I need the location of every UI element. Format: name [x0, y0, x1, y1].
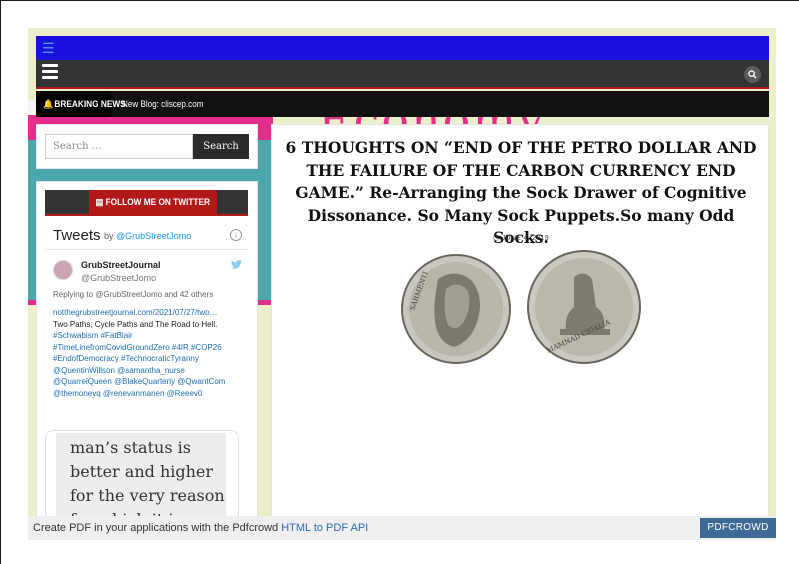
- main-navbar: [36, 60, 769, 89]
- pdfcrowd-link[interactable]: HTML to PDF API: [281, 522, 368, 534]
- tweet-link[interactable]: notthegrubstreetjournal.com/2021/07/27/t…: [53, 307, 249, 319]
- pdfcrowd-text: Create PDF in your applications with the…: [33, 522, 369, 534]
- twitter-widget: ▤ FOLLOW ME ON TWITTER Tweets by @GrubSt…: [36, 181, 258, 521]
- bell-icon: 🔔: [43, 99, 54, 109]
- search-input[interactable]: Search …: [45, 134, 193, 159]
- main-content: 6 THOUGHTS ON “END OF THE PETRO DOLLAR A…: [271, 124, 769, 524]
- pdfcrowd-brand-button[interactable]: PDFCROWD: [700, 518, 776, 538]
- tweet-media-card[interactable]: man’s status is better and higher for th…: [45, 430, 239, 520]
- tweet-author-handle[interactable]: @GrubStreetJomo: [81, 273, 156, 283]
- tweets-by-handle[interactable]: @GrubStreetJomo: [116, 231, 191, 241]
- tweet-author-name[interactable]: GrubStreetJournal: [81, 260, 161, 270]
- search-button[interactable]: Search: [193, 134, 249, 159]
- tweet-text: notthegrubstreetjournal.com/2021/07/27/t…: [53, 307, 249, 399]
- tweet-reply-line: Replying to @GrubStreetJomo and 42 other…: [53, 290, 214, 299]
- tweet-mentions[interactable]: @QuarrelQueen @BlakeQuarterly @QwantCom: [53, 376, 249, 388]
- avatar[interactable]: [53, 260, 73, 280]
- post-date: ◷ JUNE 4, 2019: [493, 235, 549, 242]
- post-title: 6 THOUGHTS ON “END OF THE PETRO DOLLAR A…: [285, 138, 757, 247]
- follow-twitter-bar: ▤ FOLLOW ME ON TWITTER: [45, 190, 248, 216]
- hamburger-icon[interactable]: ☰: [42, 40, 55, 56]
- tweet-mentions[interactable]: @themoneyq @renevanmanen @Reeev0: [53, 388, 249, 400]
- clock-icon: ◷: [493, 235, 502, 242]
- tweet-hashtags[interactable]: #Schwabism #FatBlair: [53, 330, 249, 342]
- tweet-hashtags[interactable]: #EndofDemocracy #TechnocraticTyranny: [53, 353, 249, 365]
- tweet-card-quote: man’s status is better and higher for th…: [56, 433, 226, 520]
- coin-right: MAMNAD CEIALIA: [527, 250, 641, 364]
- top-bar: ☰: [36, 36, 769, 60]
- tweets-header: Tweets by @GrubStreetJomo i: [45, 220, 248, 250]
- tweets-title: Tweets: [53, 227, 101, 244]
- tweets-by: by @GrubStreetJomo: [104, 231, 192, 241]
- breaking-news-label: 🔔BREAKING NEWS: [36, 91, 126, 117]
- tweet-hashtags[interactable]: #TimeLinefromCovidGroundZero #4IR #COP26: [53, 342, 249, 354]
- search-widget: Search … Search: [36, 124, 258, 169]
- breaking-news-bar: 🔔BREAKING NEWS New Blog: cliscep.com: [36, 91, 769, 117]
- coin-left: SARMENTI: [401, 254, 511, 364]
- pdfcrowd-bar: Create PDF in your applications with the…: [28, 516, 776, 540]
- tweet-mentions[interactable]: @QuentinWillson @samantha_nurse: [53, 365, 249, 377]
- hamburger-icon[interactable]: [42, 64, 58, 80]
- follow-twitter-label[interactable]: ▤ FOLLOW ME ON TWITTER: [89, 190, 217, 214]
- search-icon[interactable]: [744, 66, 761, 83]
- coins-image: SARMENTI MAMNAD CEIALIA: [401, 250, 641, 364]
- twitter-bird-icon[interactable]: [231, 260, 242, 272]
- tweet-line: Two Paths, Cycle Paths and The Road to H…: [53, 319, 218, 329]
- info-icon[interactable]: i: [230, 229, 242, 241]
- breaking-news-item[interactable]: New Blog: cliscep.com: [122, 91, 203, 117]
- document-icon: ▤: [95, 197, 106, 207]
